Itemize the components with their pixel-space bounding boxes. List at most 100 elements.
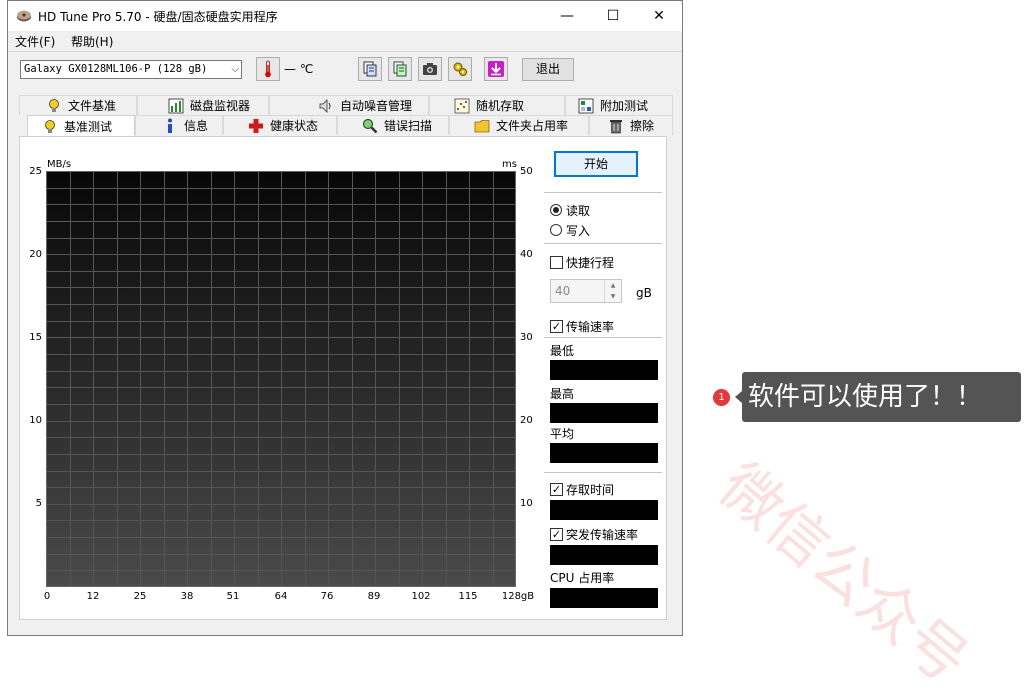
tab-health[interactable]: 健康状态 <box>223 115 337 135</box>
tab-label: 健康状态 <box>270 119 319 133</box>
left-tick-label: 20 <box>29 249 42 260</box>
drive-select[interactable]: Galaxy GX0128ML106-P (128 gB) ⌵ <box>20 60 242 79</box>
bar-chart-icon <box>168 98 184 114</box>
grid-chart-icon <box>578 98 594 114</box>
short-stroke-stepper[interactable]: 40 ▲ ▼ <box>550 279 622 303</box>
close-icon: ✕ <box>653 8 665 24</box>
average-value-box <box>550 443 658 463</box>
tab-disk-monitor[interactable]: 磁盘监视器 <box>137 95 269 115</box>
download-icon <box>488 61 504 77</box>
right-axis-unit: ms <box>502 159 517 170</box>
x-tick-label: 102 <box>411 591 431 602</box>
tab-label: 擦除 <box>630 119 655 133</box>
options-button[interactable] <box>448 57 472 81</box>
temperature-button[interactable] <box>256 57 280 81</box>
tab-erase[interactable]: 擦除 <box>589 115 673 135</box>
random-dots-icon <box>454 98 470 114</box>
access-time-value-box <box>550 500 658 520</box>
short-stroke-label: 快捷行程 <box>566 256 615 270</box>
copy-info-button[interactable] <box>358 57 382 81</box>
tab-label: 附加测试 <box>600 99 649 113</box>
stepper-down-icon[interactable]: ▼ <box>605 291 621 302</box>
copy-icon <box>363 61 377 77</box>
write-label: 写入 <box>566 224 591 238</box>
maximize-button[interactable]: ☐ <box>590 1 636 31</box>
x-tick-label: 128gB <box>501 591 535 602</box>
close-button[interactable]: ✕ <box>636 1 682 31</box>
bubble-pointer <box>735 391 742 403</box>
tab-random-access[interactable]: 随机存取 <box>429 95 565 115</box>
burst-rate-label: 突发传输速率 <box>566 528 639 542</box>
health-cross-icon <box>248 118 264 134</box>
x-tick-label: 25 <box>133 591 147 602</box>
tab-folder-usage[interactable]: 文件夹占用率 <box>449 115 589 135</box>
exit-button[interactable]: 退出 <box>522 58 574 81</box>
toolbar: Galaxy GX0128ML106-P (128 gB) ⌵ — ℃ 退出 <box>8 52 682 88</box>
menu-bar: 文件(F) 帮助(H) <box>8 31 682 52</box>
tab-error-scan[interactable]: 错误扫描 <box>337 115 449 135</box>
average-label: 平均 <box>550 427 575 441</box>
screenshot-button[interactable] <box>418 57 442 81</box>
camera-icon <box>423 63 437 75</box>
drive-select-value: Galaxy GX0128ML106-P (128 gB) <box>24 63 208 75</box>
tab-label: 错误扫描 <box>384 119 433 133</box>
transfer-rate-checkbox[interactable]: ✓ <box>550 320 563 333</box>
annotation-bubble: 软件可以使用了！！ <box>742 372 1021 422</box>
minimum-value-box <box>550 360 658 380</box>
tab-label: 磁盘监视器 <box>190 99 251 113</box>
cpu-usage-value-box <box>550 588 658 608</box>
info-icon <box>162 118 178 134</box>
divider <box>544 472 662 473</box>
menu-file[interactable]: 文件(F) <box>15 33 55 50</box>
copy-all-button[interactable] <box>388 57 412 81</box>
chevron-down-icon: ⌵ <box>231 64 239 75</box>
divider <box>544 337 662 338</box>
stepper-up-icon[interactable]: ▲ <box>605 280 621 291</box>
right-tick-label: 10 <box>520 498 533 509</box>
trash-icon <box>608 118 624 134</box>
short-stroke-unit: gB <box>636 286 652 300</box>
tab-benchmark[interactable]: 基准测试 <box>27 115 135 137</box>
access-time-checkbox[interactable]: ✓ <box>550 483 563 496</box>
right-tick-label: 30 <box>520 332 533 343</box>
stepper-buttons: ▲ ▼ <box>604 280 621 302</box>
short-stroke-checkbox[interactable] <box>550 256 563 269</box>
x-tick-label: 0 <box>43 591 51 602</box>
tab-info[interactable]: 信息 <box>135 115 223 135</box>
tab-strip: 文件基准 磁盘监视器 自动噪音管理 随机存取 附加测试 基准测试 信息 健康状态… <box>19 95 673 137</box>
start-button[interactable]: 开始 <box>554 151 638 177</box>
x-tick-label: 38 <box>180 591 194 602</box>
left-tick-label: 25 <box>29 166 42 177</box>
minimize-button[interactable]: — <box>544 1 590 31</box>
left-tick-label: 10 <box>29 415 42 426</box>
thermometer-icon <box>265 60 271 78</box>
divider <box>544 192 662 193</box>
x-tick-label: 12 <box>86 591 100 602</box>
tab-extra-tests[interactable]: 附加测试 <box>565 95 673 115</box>
x-tick-label: 51 <box>226 591 240 602</box>
tab-noise-management[interactable]: 自动噪音管理 <box>269 95 429 115</box>
divider <box>544 243 662 244</box>
folder-icon <box>474 118 490 134</box>
x-tick-label: 64 <box>274 591 288 602</box>
burst-rate-checkbox[interactable]: ✓ <box>550 528 563 541</box>
right-tick-label: 20 <box>520 415 533 426</box>
save-button[interactable] <box>484 57 508 81</box>
x-tick-label: 89 <box>367 591 381 602</box>
lightbulb-icon <box>46 98 62 114</box>
burst-rate-value-box <box>550 545 658 565</box>
step-badge: 1 <box>713 389 730 406</box>
maximum-value-box <box>550 403 658 423</box>
window-title: HD Tune Pro 5.70 - 硬盘/固态硬盘实用程序 <box>38 10 278 24</box>
right-tick-label: 40 <box>520 249 533 260</box>
write-radio[interactable] <box>550 224 562 236</box>
read-radio[interactable] <box>550 204 562 216</box>
maximum-label: 最高 <box>550 387 575 401</box>
tab-file-benchmark[interactable]: 文件基准 <box>19 95 137 115</box>
minimize-icon: — <box>560 8 574 24</box>
menu-help[interactable]: 帮助(H) <box>71 33 113 50</box>
left-tick-label: 15 <box>29 332 42 343</box>
copy-all-icon <box>393 61 407 77</box>
tab-label: 文件夹占用率 <box>496 119 569 133</box>
x-tick-label: 115 <box>458 591 478 602</box>
